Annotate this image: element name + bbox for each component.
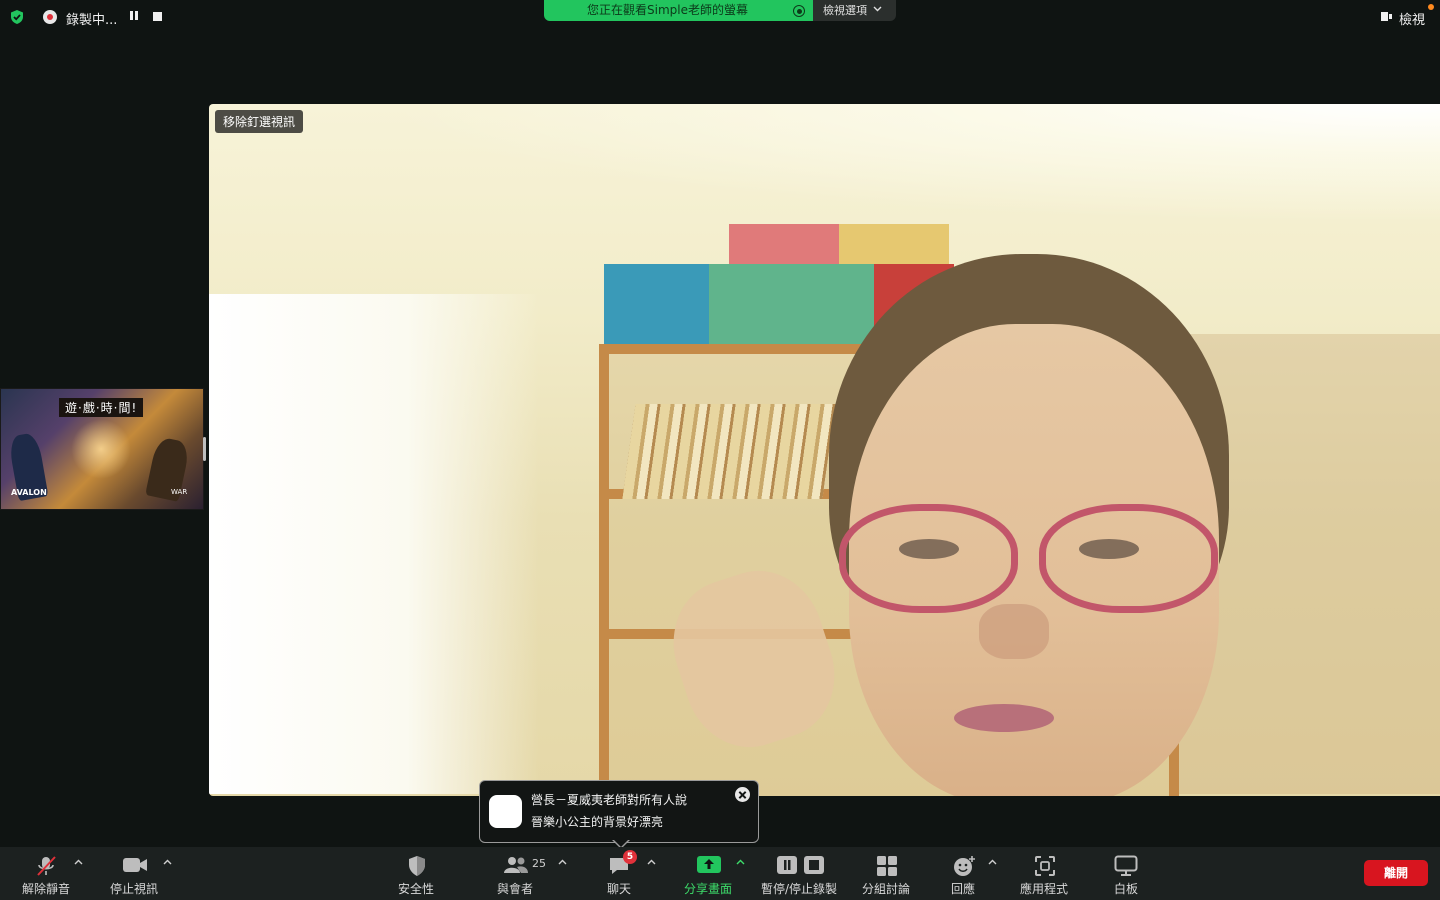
video-camera-icon — [123, 858, 147, 872]
recording-status: 錄製中... — [66, 13, 118, 28]
apps-button[interactable]: 應用程式 — [1019, 847, 1071, 900]
thumbnail-artwork — [71, 419, 131, 479]
reactions-label: 回應 — [951, 882, 976, 896]
pause-stop-icon — [777, 856, 824, 874]
record-icon — [43, 10, 57, 24]
video-person — [954, 704, 1054, 732]
share-screen-button[interactable]: 分享畫面 — [683, 847, 735, 900]
view-options-button[interactable]: 檢視選項 — [813, 0, 896, 21]
apps-icon — [1035, 856, 1055, 876]
main-video[interactable] — [209, 104, 1440, 796]
shield-icon — [409, 856, 425, 876]
smiley-plus-icon — [954, 856, 975, 876]
stop-video-label: 停止視訊 — [110, 882, 159, 896]
apps-label: 應用程式 — [1020, 882, 1069, 896]
pause-recording-button[interactable] — [130, 11, 140, 22]
thumbnail-resize-handle[interactable] — [203, 437, 206, 461]
share-screen-label: 分享畫面 — [684, 882, 733, 896]
participants-label: 與會者 — [497, 882, 534, 896]
mic-off-icon — [37, 856, 56, 876]
meeting-toolbar: 解除靜音 停止視訊 安全性 25 與會者 5 聊天 分享畫面 暫停/停止錄製 分… — [0, 847, 1440, 900]
chat-button[interactable]: 5 聊天 — [604, 847, 637, 900]
leave-button[interactable]: 離開 — [1364, 860, 1428, 886]
video-background — [209, 294, 539, 794]
chevron-up-icon[interactable] — [647, 859, 656, 865]
breakout-rooms-label: 分組討論 — [862, 882, 911, 896]
shared-screen-thumbnail[interactable]: 遊·戲·時·間! AVALON WAR — [0, 388, 204, 510]
participants-button[interactable]: 25 與會者 — [496, 847, 552, 900]
chevron-up-icon[interactable] — [163, 859, 172, 865]
video-person — [979, 604, 1049, 659]
avatar — [489, 795, 522, 828]
record-icon — [793, 5, 805, 17]
chevron-down-icon — [873, 6, 882, 12]
chevron-up-icon[interactable] — [736, 859, 745, 865]
chat-label: 聊天 — [607, 882, 632, 896]
chevron-up-icon[interactable] — [988, 859, 997, 865]
stop-video-button[interactable]: 停止視訊 — [108, 847, 162, 900]
video-person-glasses — [1039, 504, 1218, 613]
unmute-button[interactable]: 解除靜音 — [18, 847, 74, 900]
thumbnail-logo-left: AVALON — [11, 488, 47, 497]
thumbnail-logo-right: WAR — [171, 488, 188, 496]
grid-icon — [877, 856, 897, 876]
chat-sender: 營長－夏威夷老師對所有人說 — [531, 793, 688, 807]
participants-count: 25 — [532, 857, 546, 870]
top-bar: 錄製中... 您正在觀看Simple老師的螢幕 檢視選項 檢視 — [0, 0, 1440, 34]
breakout-rooms-button[interactable]: 分組討論 — [861, 847, 913, 900]
stop-recording-button[interactable] — [153, 12, 162, 21]
video-person-glasses — [839, 504, 1018, 613]
share-banner-text: 您正在觀看Simple老師的螢幕 — [587, 3, 748, 17]
reactions-button[interactable]: 回應 — [950, 847, 978, 900]
chevron-up-icon[interactable] — [558, 859, 567, 865]
security-button[interactable]: 安全性 — [396, 847, 438, 900]
security-label: 安全性 — [398, 882, 435, 896]
view-layout-icon — [1381, 12, 1392, 21]
chat-message: 晉樂小公主的背景好漂亮 — [531, 815, 664, 829]
thumbnail-title: 遊·戲·時·間! — [59, 398, 144, 417]
unpin-video-button[interactable]: 移除釘選視訊 — [215, 110, 304, 133]
chat-notification[interactable]: 營長－夏威夷老師對所有人說 晉樂小公主的背景好漂亮 — [479, 780, 759, 843]
close-icon[interactable] — [735, 787, 750, 802]
view-button-label: 檢視 — [1399, 13, 1426, 28]
video-books — [622, 404, 836, 499]
view-options-label: 檢視選項 — [823, 4, 867, 17]
whiteboard-icon — [1114, 855, 1138, 876]
whiteboard-label: 白板 — [1114, 882, 1139, 896]
unmute-label: 解除靜音 — [22, 882, 71, 896]
share-arrow-icon — [697, 856, 721, 873]
people-icon — [504, 857, 528, 873]
chat-badge: 5 — [623, 850, 637, 864]
whiteboard-button[interactable]: 白板 — [1112, 847, 1140, 900]
video-background — [209, 104, 1440, 244]
pause-stop-recording-label: 暫停/停止錄製 — [761, 882, 838, 896]
video-boxes — [729, 224, 949, 264]
chevron-up-icon[interactable] — [74, 859, 83, 865]
pause-stop-recording-button[interactable]: 暫停/停止錄製 — [760, 847, 844, 900]
share-banner: 您正在觀看Simple老師的螢幕 — [544, 0, 813, 21]
notification-dot — [1428, 4, 1434, 10]
shield-check-icon[interactable] — [9, 9, 25, 25]
